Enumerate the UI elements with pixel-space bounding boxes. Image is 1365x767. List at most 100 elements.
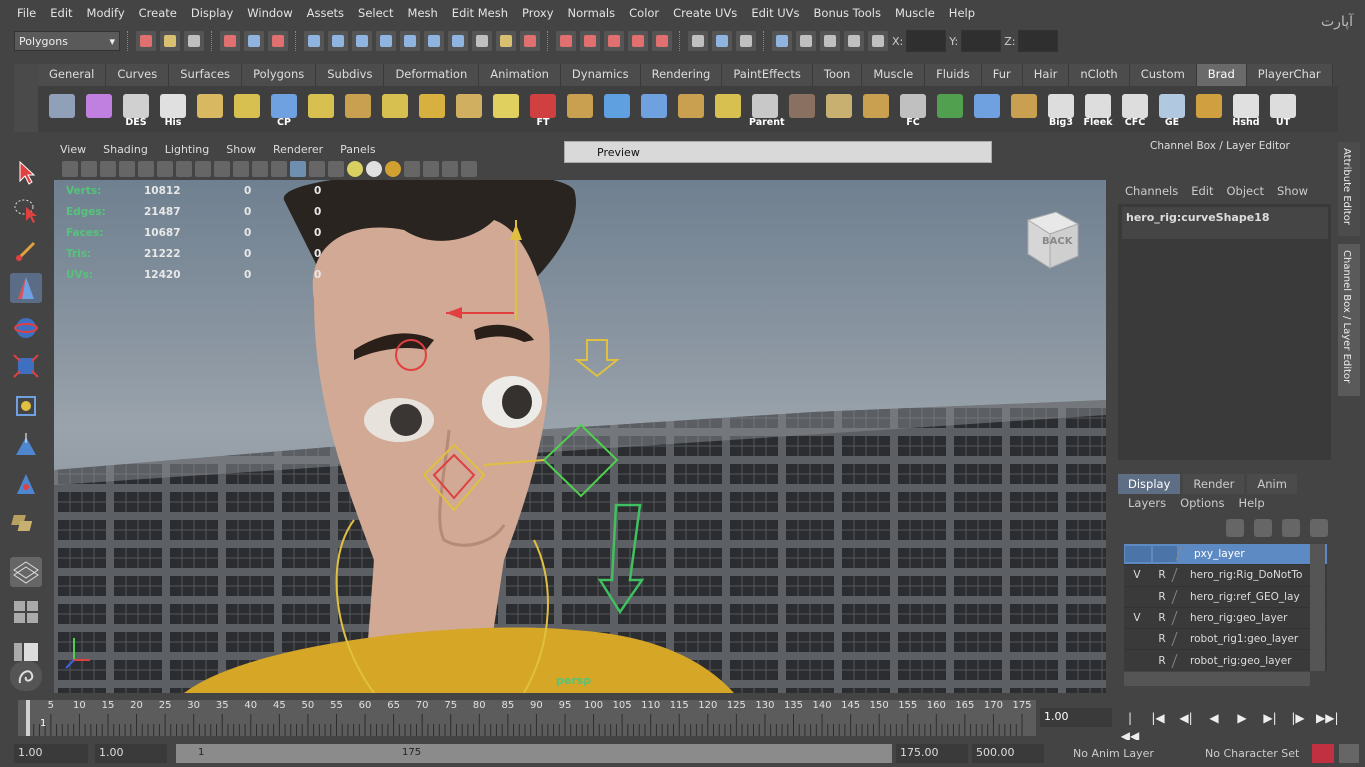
create-layer-from-selected-icon[interactable]: [1310, 519, 1328, 537]
character-set-selector[interactable]: No Character Set: [1205, 747, 1299, 760]
lock-selection-icon[interactable]: [496, 31, 516, 51]
channel-menu-object[interactable]: Object: [1227, 184, 1264, 198]
shelf-button-icon[interactable]: [379, 90, 411, 128]
select-camera-icon[interactable]: [62, 161, 78, 177]
script-editor-icon[interactable]: [10, 661, 42, 691]
history-icon[interactable]: [688, 31, 708, 51]
time-slider[interactable]: 1 5 10 15 20 25 30 35 40 45 50 55 60 65 70 75 80 85 90 95 1…: [18, 700, 1036, 736]
layer-row[interactable]: V Rhero_rig:Rig_DoNotTo: [1124, 565, 1327, 587]
shelf-button-icon[interactable]: [786, 90, 818, 128]
pick-dynamics-icon[interactable]: [448, 31, 468, 51]
x-field[interactable]: [906, 30, 947, 52]
shelf-tab-general[interactable]: General: [38, 64, 107, 86]
render-settings-icon[interactable]: [796, 31, 816, 51]
layer-display-type-toggle[interactable]: [1153, 546, 1177, 563]
layer-color-swatch[interactable]: [1171, 568, 1189, 583]
tab-display[interactable]: Display: [1118, 474, 1181, 494]
four-view-layout-icon[interactable]: [10, 597, 42, 627]
shelf-button-icon[interactable]: [1193, 90, 1225, 128]
menu-select[interactable]: Select: [351, 6, 400, 20]
playback-end-field[interactable]: 175.00: [896, 744, 968, 763]
shelf-tab-polygons[interactable]: Polygons: [242, 64, 317, 86]
shelf-button-icon[interactable]: CFC: [1119, 90, 1151, 128]
shelf-button-icon[interactable]: CP: [268, 90, 300, 128]
layer-display-type-toggle[interactable]: R: [1150, 655, 1174, 667]
go-to-start-button[interactable]: |◀◀: [1120, 709, 1140, 743]
channel-menu-show[interactable]: Show: [1277, 184, 1308, 198]
select-tool-icon[interactable]: [10, 157, 42, 187]
single-perspective-layout-icon[interactable]: [10, 557, 42, 587]
shelf-tab-curves[interactable]: Curves: [106, 64, 170, 86]
current-frame-field[interactable]: 1.00: [1040, 708, 1112, 727]
menu-window[interactable]: Window: [240, 6, 299, 20]
select-component-icon[interactable]: [268, 31, 288, 51]
layer-row[interactable]: Rrobot_rig:geo_layer: [1124, 650, 1327, 671]
safe-action-icon[interactable]: [233, 161, 249, 177]
tab-channel-box[interactable]: Channel Box / Layer Editor: [1338, 244, 1360, 396]
shelf-button-icon[interactable]: [194, 90, 226, 128]
perspective-viewport[interactable]: Verts: 10812 0 0 Edges: 21487 0 0 Faces: 10687 0 0 T…: [54, 180, 1106, 693]
pick-deformers-icon[interactable]: [424, 31, 444, 51]
camera-attributes-icon[interactable]: [81, 161, 97, 177]
channel-menu-channels[interactable]: Channels: [1125, 184, 1178, 198]
shelf-button-icon[interactable]: DES: [120, 90, 152, 128]
shelf-tab-deformation[interactable]: Deformation: [384, 64, 480, 86]
play-backwards-button[interactable]: ◀: [1204, 709, 1224, 727]
layer-color-swatch[interactable]: [1171, 589, 1189, 604]
viewport-menu-renderer[interactable]: Renderer: [273, 143, 332, 156]
layer-display-type-toggle[interactable]: R: [1150, 591, 1174, 603]
shelf-button-icon[interactable]: [601, 90, 633, 128]
menu-muscle[interactable]: Muscle: [888, 6, 942, 20]
textured-icon[interactable]: [328, 161, 344, 177]
show-manip-icon[interactable]: [10, 469, 42, 499]
shelf-button-icon[interactable]: Parent: [749, 90, 785, 128]
select-object-icon[interactable]: [244, 31, 264, 51]
shelf-button-icon[interactable]: FC: [897, 90, 929, 128]
move-tool-icon[interactable]: [10, 273, 42, 303]
tab-render[interactable]: Render: [1183, 474, 1245, 494]
layer-color-swatch[interactable]: [1171, 611, 1189, 626]
shelf-options[interactable]: [14, 64, 38, 132]
menu-proxy[interactable]: Proxy: [515, 6, 561, 20]
menu-assets[interactable]: Assets: [300, 6, 351, 20]
menu-modify[interactable]: Modify: [80, 6, 132, 20]
xray-icon[interactable]: [423, 161, 439, 177]
menu-create[interactable]: Create: [132, 6, 184, 20]
rotate-tool-icon[interactable]: [10, 313, 42, 343]
shelf-tab-playerchar[interactable]: PlayerChar: [1246, 64, 1333, 86]
shelf-tab-brad[interactable]: Brad: [1196, 64, 1247, 86]
channel-menu-edit[interactable]: Edit: [1191, 184, 1213, 198]
shelf-button-icon[interactable]: [453, 90, 485, 128]
input-line-icon[interactable]: [844, 31, 864, 51]
tab-attribute-editor[interactable]: Attribute Editor: [1338, 142, 1360, 236]
hud-icon[interactable]: [461, 161, 477, 177]
preferences-icon[interactable]: [1339, 744, 1359, 763]
step-back-key-button[interactable]: |◀: [1148, 709, 1168, 727]
shelf-tab-fluids[interactable]: Fluids: [925, 64, 982, 86]
step-back-frame-button[interactable]: ◀|: [1176, 709, 1196, 727]
use-all-lights-icon[interactable]: [366, 161, 382, 177]
shelf-tab-custom[interactable]: Custom: [1129, 64, 1197, 86]
shelf-button-icon[interactable]: [823, 90, 855, 128]
shelf-tab-animation[interactable]: Animation: [479, 64, 561, 86]
layer-list-scrollbar[interactable]: [1310, 544, 1325, 671]
current-time-indicator[interactable]: [26, 700, 30, 736]
shelf-button-icon[interactable]: [416, 90, 448, 128]
layer-visibility-toggle[interactable]: V: [1124, 612, 1150, 624]
menu-bonus-tools[interactable]: Bonus Tools: [807, 6, 888, 20]
save-scene-icon[interactable]: [184, 31, 204, 51]
make-live-icon[interactable]: [652, 31, 672, 51]
shelf-button-icon[interactable]: [934, 90, 966, 128]
image-plane-icon[interactable]: [119, 161, 135, 177]
pick-misc-icon[interactable]: [472, 31, 492, 51]
bookmarks-icon[interactable]: [100, 161, 116, 177]
shelf-button-icon[interactable]: FT: [527, 90, 559, 128]
anim-layer-selector[interactable]: No Anim Layer: [1073, 747, 1154, 760]
shelf-button-icon[interactable]: [675, 90, 707, 128]
menu-color[interactable]: Color: [622, 6, 666, 20]
shelf-tab-subdivs[interactable]: Subdivs: [316, 64, 385, 86]
shelf-button-icon[interactable]: [971, 90, 1003, 128]
layer-color-swatch[interactable]: [1175, 547, 1193, 562]
shelf-tab-toon[interactable]: Toon: [812, 64, 863, 86]
layer-row[interactable]: Rrobot_rig1:geo_layer: [1124, 629, 1327, 651]
